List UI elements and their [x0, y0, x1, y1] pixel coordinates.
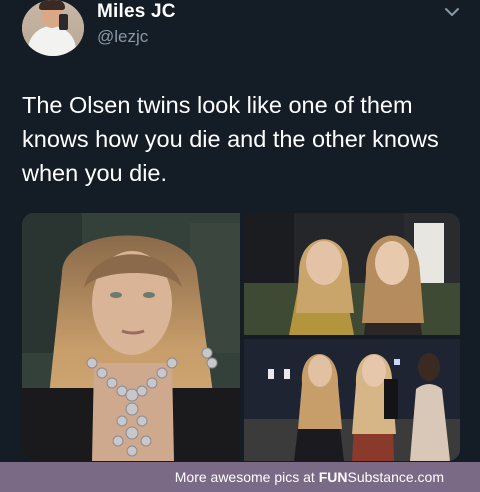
photo-3[interactable]	[244, 339, 460, 461]
watermark-banner: More awesome pics at FUNSubstance.com	[0, 462, 480, 492]
watermark-brand-substance: Substance	[347, 469, 414, 485]
user-handle[interactable]: @lezjc	[97, 27, 148, 47]
watermark-text[interactable]: More awesome pics at FUNSubstance.com	[175, 469, 444, 485]
photo-2[interactable]	[244, 213, 460, 335]
photo-grid	[22, 213, 460, 461]
avatar[interactable]	[22, 0, 84, 56]
watermark-brand-fun: FUN	[318, 469, 348, 485]
watermark-prefix: More awesome pics at	[174, 469, 319, 485]
display-name[interactable]: Miles JC	[97, 1, 176, 23]
tweet-text: The Olsen twins look like one of them kn…	[22, 92, 439, 186]
watermark-brand-suffix: .com	[413, 469, 444, 485]
chevron-down-icon[interactable]	[444, 6, 460, 18]
photo-1[interactable]	[22, 213, 240, 461]
